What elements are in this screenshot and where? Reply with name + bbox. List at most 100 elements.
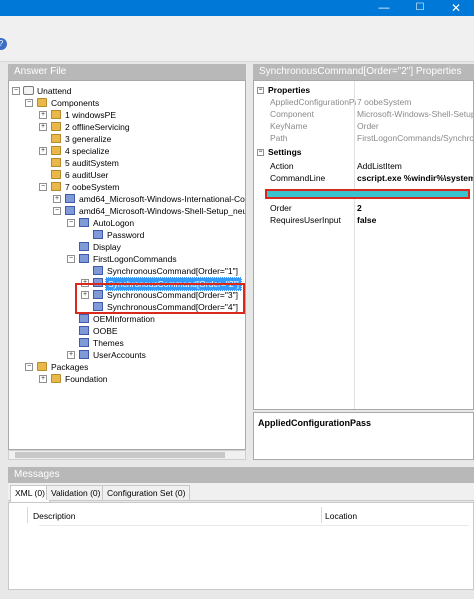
component-icon [93, 230, 103, 239]
expand-icon[interactable]: + [53, 195, 61, 203]
tree-node-components[interactable]: − Components [9, 97, 245, 109]
component-icon [79, 242, 89, 251]
tree-node-password[interactable]: Password [9, 229, 245, 241]
tree-node-pass-offlineservicing[interactable]: + 2 offlineServicing [9, 121, 245, 133]
collapse-icon[interactable]: − [257, 149, 264, 156]
tree-node-synchronouscommand-1[interactable]: SynchronousCommand[Order="1"] [9, 265, 245, 277]
folder-icon [37, 98, 47, 107]
property-value: 7 oobeSystem [357, 97, 412, 107]
pass-folder-icon [51, 170, 61, 179]
property-description-pane: AppliedConfigurationPass [253, 412, 474, 460]
messages-list[interactable]: Description Location [8, 502, 474, 590]
property-row-order[interactable]: Order 2 [254, 203, 473, 214]
tree-node-international-core[interactable]: + amd64_Microsoft-Windows-International-… [9, 193, 245, 205]
component-icon [79, 338, 89, 347]
property-row-action[interactable]: Action AddListItem [254, 161, 473, 172]
close-button[interactable]: ✕ [438, 0, 474, 16]
tree-node-label: OOBE [93, 326, 118, 336]
tree-node-pass-oobesystem[interactable]: − 7 oobeSystem [9, 181, 245, 193]
tree-node-label: 3 generalize [65, 134, 112, 144]
scrollbar-thumb[interactable] [15, 452, 225, 458]
tree-node-label: 6 auditUser [65, 170, 109, 180]
property-name: Order [270, 203, 292, 213]
tree-node-pass-generalize[interactable]: 3 generalize [9, 133, 245, 145]
property-value: Microsoft-Windows-Shell-Setup,neutral [357, 109, 473, 119]
tree-node-unattend[interactable]: − Unattend [9, 85, 245, 97]
collapse-icon[interactable]: − [25, 363, 33, 371]
property-name: KeyName [270, 121, 308, 131]
tree-node-firstlogoncommands[interactable]: − FirstLogonCommands [9, 253, 245, 265]
tree-node-label: OEMInformation [93, 314, 155, 324]
collapse-icon[interactable]: − [12, 87, 20, 95]
column-header-description[interactable]: Description [33, 511, 76, 521]
pass-folder-icon [51, 110, 61, 119]
folder-icon [37, 362, 47, 371]
messages-tabbar: XML (0) Validation (0) Configuration Set… [8, 483, 474, 502]
maximize-button[interactable]: ☐ [402, 0, 438, 16]
tree-node-pass-windowspe[interactable]: + 1 windowsPE [9, 109, 245, 121]
tree-node-label: Password [107, 230, 145, 240]
tab-xml[interactable]: XML (0) [10, 485, 50, 502]
property-value: AddListItem [357, 161, 402, 171]
tree-node-pass-audituser[interactable]: 6 auditUser [9, 169, 245, 181]
component-icon [65, 194, 75, 203]
property-row-appliedconfigurationpass[interactable]: AppliedConfigurationPass 7 oobeSystem [254, 97, 473, 108]
collapse-icon[interactable]: − [39, 183, 47, 191]
tree-node-display[interactable]: Display [9, 241, 245, 253]
collapse-icon[interactable]: − [257, 87, 264, 94]
properties-grid[interactable]: − Properties AppliedConfigurationPass 7 … [253, 80, 474, 410]
properties-header: SynchronousCommand[Order="2"] Properties [253, 64, 474, 80]
tree-horizontal-scrollbar[interactable] [8, 450, 246, 460]
property-row-commandline[interactable]: CommandLine cscript.exe %windir%\system3… [254, 173, 473, 184]
collapse-icon[interactable]: − [53, 207, 61, 215]
tree-node-label: Themes [93, 338, 124, 348]
category-label: Settings [268, 147, 302, 157]
pass-folder-icon [51, 122, 61, 131]
tree-node-oobe[interactable]: OOBE [9, 325, 245, 337]
tree-node-shell-setup[interactable]: − amd64_Microsoft-Windows-Shell-Setup_ne… [9, 205, 245, 217]
help-icon[interactable]: ? [0, 38, 7, 50]
property-row-path[interactable]: Path FirstLogonCommands/SynchronousComma… [254, 133, 473, 144]
toolbar: ? [0, 16, 474, 62]
tree-node-label: Components [51, 98, 100, 108]
tree-node-pass-specialize[interactable]: + 4 specialize [9, 145, 245, 157]
expand-icon[interactable]: + [39, 123, 47, 131]
property-name: RequiresUserInput [270, 215, 341, 225]
answer-file-tree[interactable]: − Unattend − Components + 1 windowsPE + … [8, 80, 246, 450]
tab-validation[interactable]: Validation (0) [46, 485, 106, 500]
collapse-icon[interactable]: − [25, 99, 33, 107]
category-properties[interactable]: − Properties [254, 85, 473, 96]
property-name: Path [270, 133, 288, 143]
property-name: AppliedConfigurationPass [270, 97, 356, 107]
category-settings[interactable]: − Settings [254, 147, 473, 158]
tree-node-pass-auditsystem[interactable]: 5 auditSystem [9, 157, 245, 169]
tab-configuration-set[interactable]: Configuration Set (0) [102, 485, 191, 500]
component-icon [79, 314, 89, 323]
property-row-component[interactable]: Component Microsoft-Windows-Shell-Setup,… [254, 109, 473, 120]
tree-node-autologon[interactable]: − AutoLogon [9, 217, 245, 229]
column-header-location[interactable]: Location [325, 511, 357, 521]
expand-icon[interactable]: + [39, 147, 47, 155]
tree-node-themes[interactable]: Themes [9, 337, 245, 349]
commandline-value-highlight[interactable] [265, 189, 470, 199]
expand-icon[interactable]: + [39, 111, 47, 119]
tree-node-packages[interactable]: − Packages [9, 361, 245, 373]
property-value: 2 [357, 203, 362, 213]
tree-node-foundation[interactable]: + Foundation [9, 373, 245, 385]
answer-file-header: Answer File [8, 64, 246, 80]
expand-icon[interactable]: + [67, 351, 75, 359]
collapse-icon[interactable]: − [67, 219, 75, 227]
description-title: AppliedConfigurationPass [258, 418, 372, 428]
tree-node-label: amd64_Microsoft-Windows-Shell-Setup_neut… [79, 206, 246, 216]
pass-folder-icon [51, 134, 61, 143]
expand-icon[interactable]: + [39, 375, 47, 383]
tree-node-useraccounts[interactable]: + UserAccounts [9, 349, 245, 361]
property-row-requiresuserinput[interactable]: RequiresUserInput false [254, 215, 473, 226]
tree-node-oeminformation[interactable]: OEMInformation [9, 313, 245, 325]
minimize-button[interactable]: — [366, 0, 402, 16]
property-value: false [357, 215, 377, 225]
property-row-keyname[interactable]: KeyName Order [254, 121, 473, 132]
component-icon [79, 254, 89, 263]
collapse-icon[interactable]: − [67, 255, 75, 263]
tree-node-label: 1 windowsPE [65, 110, 117, 120]
